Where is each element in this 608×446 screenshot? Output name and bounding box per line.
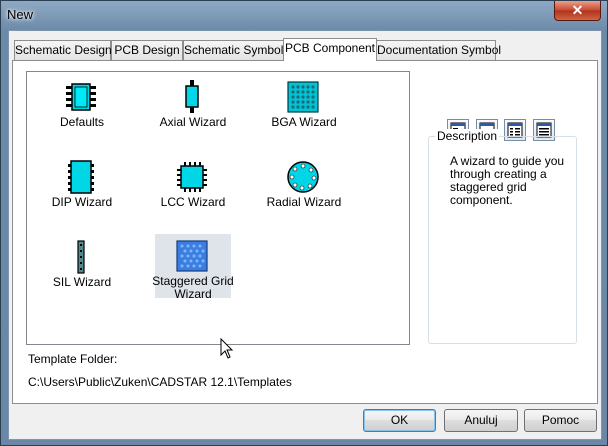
template-label: Staggered Grid Wizard	[152, 274, 234, 301]
template-item-defaults[interactable]: Defaults	[44, 75, 120, 149]
template-item-staggered-grid-wizard[interactable]: Staggered Grid Wizard	[152, 234, 234, 301]
sil-component-icon	[77, 240, 85, 274]
description-text: A wizard to guide you through creating a…	[450, 154, 565, 207]
template-list[interactable]: Defaults Axial Wizard BGA Wizard DIP Wiz…	[26, 71, 410, 359]
new-dialog-window: New ✕ Schematic Design PCB Design Schema…	[0, 0, 608, 446]
staggered-grid-icon	[176, 240, 208, 272]
tab-pcb-design[interactable]: PCB Design	[111, 40, 183, 60]
template-label: LCC Wizard	[160, 195, 226, 209]
template-label: DIP Wizard	[51, 195, 113, 209]
template-item-axial-wizard[interactable]: Axial Wizard	[155, 75, 231, 149]
tab-schematic-design[interactable]: Schematic Design	[14, 40, 112, 60]
window-title: New	[7, 7, 34, 22]
template-folder-label: Template Folder:	[28, 352, 118, 366]
dialog-client-area: Schematic Design PCB Design Schematic Sy…	[8, 30, 602, 440]
template-item-lcc-wizard[interactable]: LCC Wizard	[155, 155, 231, 229]
template-item-sil-wizard[interactable]: SIL Wizard	[44, 235, 120, 309]
template-item-dip-wizard[interactable]: DIP Wizard	[44, 155, 120, 229]
lcc-component-icon	[177, 162, 207, 192]
bga-grid-icon	[287, 81, 319, 113]
tab-documentation-symbol[interactable]: Documentation Symbol	[376, 40, 501, 60]
template-label: Defaults	[59, 115, 105, 129]
ok-button[interactable]: OK	[363, 409, 436, 432]
description-group: Description A wizard to guide you throug…	[428, 129, 577, 344]
tab-schematic-symbol[interactable]: Schematic Symbol	[183, 40, 284, 60]
pcb-component-tab-panel: Defaults Axial Wizard BGA Wizard DIP Wiz…	[12, 60, 598, 404]
dip-component-icon	[68, 160, 94, 194]
description-title: Description	[435, 129, 500, 143]
title-bar[interactable]: New ✕	[1, 1, 607, 29]
template-label: BGA Wizard	[271, 115, 337, 129]
chip-icon	[66, 83, 96, 111]
mouse-cursor-icon	[220, 338, 234, 359]
template-item-bga-wizard[interactable]: BGA Wizard	[266, 75, 342, 149]
radial-component-icon	[287, 161, 319, 193]
cancel-button[interactable]: Anuluj	[444, 409, 518, 432]
tab-pcb-component[interactable]: PCB Component	[283, 38, 377, 61]
template-label: Axial Wizard	[159, 115, 227, 129]
template-label: Radial Wizard	[266, 195, 342, 209]
axial-component-icon	[185, 80, 199, 113]
template-folder-path: C:\Users\Public\Zuken\CADSTAR 12.1\Templ…	[28, 375, 292, 389]
help-button[interactable]: Pomoc	[524, 409, 597, 432]
template-label: SIL Wizard	[52, 275, 112, 289]
template-item-radial-wizard[interactable]: Radial Wizard	[266, 155, 342, 229]
close-button[interactable]: ✕	[554, 1, 601, 21]
